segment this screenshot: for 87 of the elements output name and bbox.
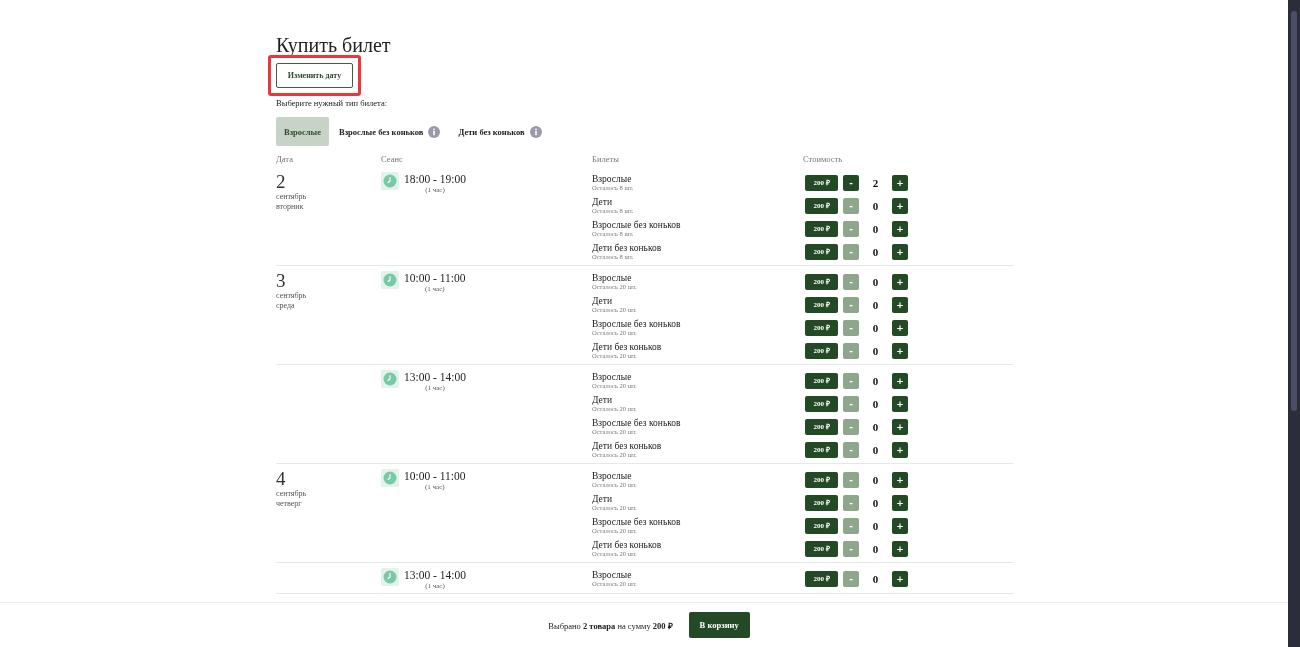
- plus-button[interactable]: +: [892, 174, 908, 191]
- ticket-name: Взрослые без коньков: [592, 318, 682, 329]
- ticket-count: 0: [871, 245, 880, 258]
- ticket-name: Взрослые без коньков: [592, 219, 682, 230]
- plus-button[interactable]: +: [892, 273, 908, 290]
- ticket-name: Взрослые без коньков: [592, 516, 682, 527]
- cart-summary: Выбрано 2 товара на сумму 200 ₽: [548, 619, 673, 631]
- ticket-name: Взрослые: [592, 272, 633, 283]
- ticket-count: 0: [871, 199, 880, 212]
- info-icon[interactable]: [529, 125, 542, 138]
- column-header: Сеанс: [381, 154, 404, 164]
- ticket-count: 0: [871, 344, 880, 357]
- ticket-name: Дети без коньков: [592, 341, 663, 352]
- session-time: 10:00 - 11:00: [404, 272, 466, 285]
- ticket-name: Взрослые: [592, 569, 633, 580]
- plus-button[interactable]: +: [892, 243, 908, 260]
- ticket-count: 0: [871, 275, 880, 288]
- plus-button[interactable]: +: [892, 197, 908, 214]
- ticket-name: Дети без коньков: [592, 539, 663, 550]
- ticket-name: Взрослые без коньков: [592, 417, 682, 428]
- date-day: 3: [276, 271, 381, 291]
- change-date-button[interactable]: Изменить дату: [276, 63, 353, 88]
- session-time: 13:00 - 14:00: [404, 371, 466, 384]
- plus-button[interactable]: +: [892, 471, 908, 488]
- ticket-name: Дети без коньков: [592, 242, 663, 253]
- clock-icon: [381, 370, 399, 388]
- ticket-count: 0: [871, 473, 880, 486]
- plus-button[interactable]: +: [892, 372, 908, 389]
- ticket-count: 0: [871, 222, 880, 235]
- ticket-type-tab[interactable]: Взрослые: [276, 117, 329, 146]
- plus-button[interactable]: +: [892, 296, 908, 313]
- ticket-type-tab[interactable]: Взрослые без коньков: [331, 117, 449, 146]
- ticket-name: Взрослые: [592, 173, 633, 184]
- clock-icon: [381, 271, 399, 289]
- ticket-count: 0: [871, 374, 880, 387]
- scrollbar[interactable]: [1288, 0, 1300, 647]
- session-time: 13:00 - 14:00: [404, 569, 466, 582]
- ticket-count: 0: [871, 443, 880, 456]
- plus-button[interactable]: +: [892, 418, 908, 435]
- page-title: Купить билет: [276, 33, 392, 57]
- ticket-count: 2: [871, 176, 880, 189]
- ticket-name: Взрослые: [592, 470, 633, 481]
- plus-button[interactable]: +: [892, 441, 908, 458]
- plus-button[interactable]: +: [892, 220, 908, 237]
- column-header: Стоимость: [803, 154, 844, 164]
- ticket-type-tab[interactable]: Дети без коньков: [450, 117, 550, 146]
- ticket-count: 0: [871, 397, 880, 410]
- scrollbar-thumb[interactable]: [1291, 11, 1297, 411]
- clock-icon: [381, 568, 399, 586]
- info-icon[interactable]: [428, 125, 441, 138]
- plus-button[interactable]: +: [892, 570, 908, 587]
- plus-button[interactable]: +: [892, 494, 908, 511]
- minus-button[interactable]: -: [843, 174, 859, 191]
- date-weekday: вторник: [276, 202, 305, 212]
- date-weekday: среда: [276, 301, 296, 311]
- clock-icon: [381, 172, 399, 190]
- ticket-name: Дети без коньков: [592, 440, 663, 451]
- session-time: 10:00 - 11:00: [404, 470, 466, 483]
- plus-button[interactable]: +: [892, 342, 908, 359]
- ticket-count: 0: [871, 519, 880, 532]
- ticket-name: Дети: [592, 394, 614, 405]
- column-header: Дата: [276, 154, 294, 164]
- plus-button[interactable]: +: [892, 319, 908, 336]
- date-weekday: четверг: [276, 499, 303, 509]
- ticket-name: Дети: [592, 493, 614, 504]
- add-to-cart-button[interactable]: В корзину: [688, 612, 750, 638]
- plus-button[interactable]: +: [892, 395, 908, 412]
- ticket-count: 0: [871, 321, 880, 334]
- ticket-type-prompt: Выберите нужный тип билета:: [276, 98, 389, 108]
- date-month: сентябрь: [276, 489, 308, 499]
- ticket-count: 0: [871, 542, 880, 555]
- ticket-name: Взрослые: [592, 371, 633, 382]
- ticket-name: Дети: [592, 196, 614, 207]
- ticket-count: 0: [871, 298, 880, 311]
- plus-button[interactable]: +: [892, 540, 908, 557]
- ticket-name: Дети: [592, 295, 614, 306]
- date-month: сентябрь: [276, 192, 308, 202]
- ticket-count: 0: [871, 572, 880, 585]
- clock-icon: [381, 469, 399, 487]
- session-time: 18:00 - 19:00: [404, 173, 466, 186]
- ticket-count: 0: [871, 420, 880, 433]
- date-day: 4: [276, 469, 381, 489]
- plus-button[interactable]: +: [892, 517, 908, 534]
- ticket-count: 0: [871, 496, 880, 509]
- column-header: Билеты: [592, 154, 620, 164]
- date-month: сентябрь: [276, 291, 308, 301]
- date-day: 2: [276, 172, 381, 192]
